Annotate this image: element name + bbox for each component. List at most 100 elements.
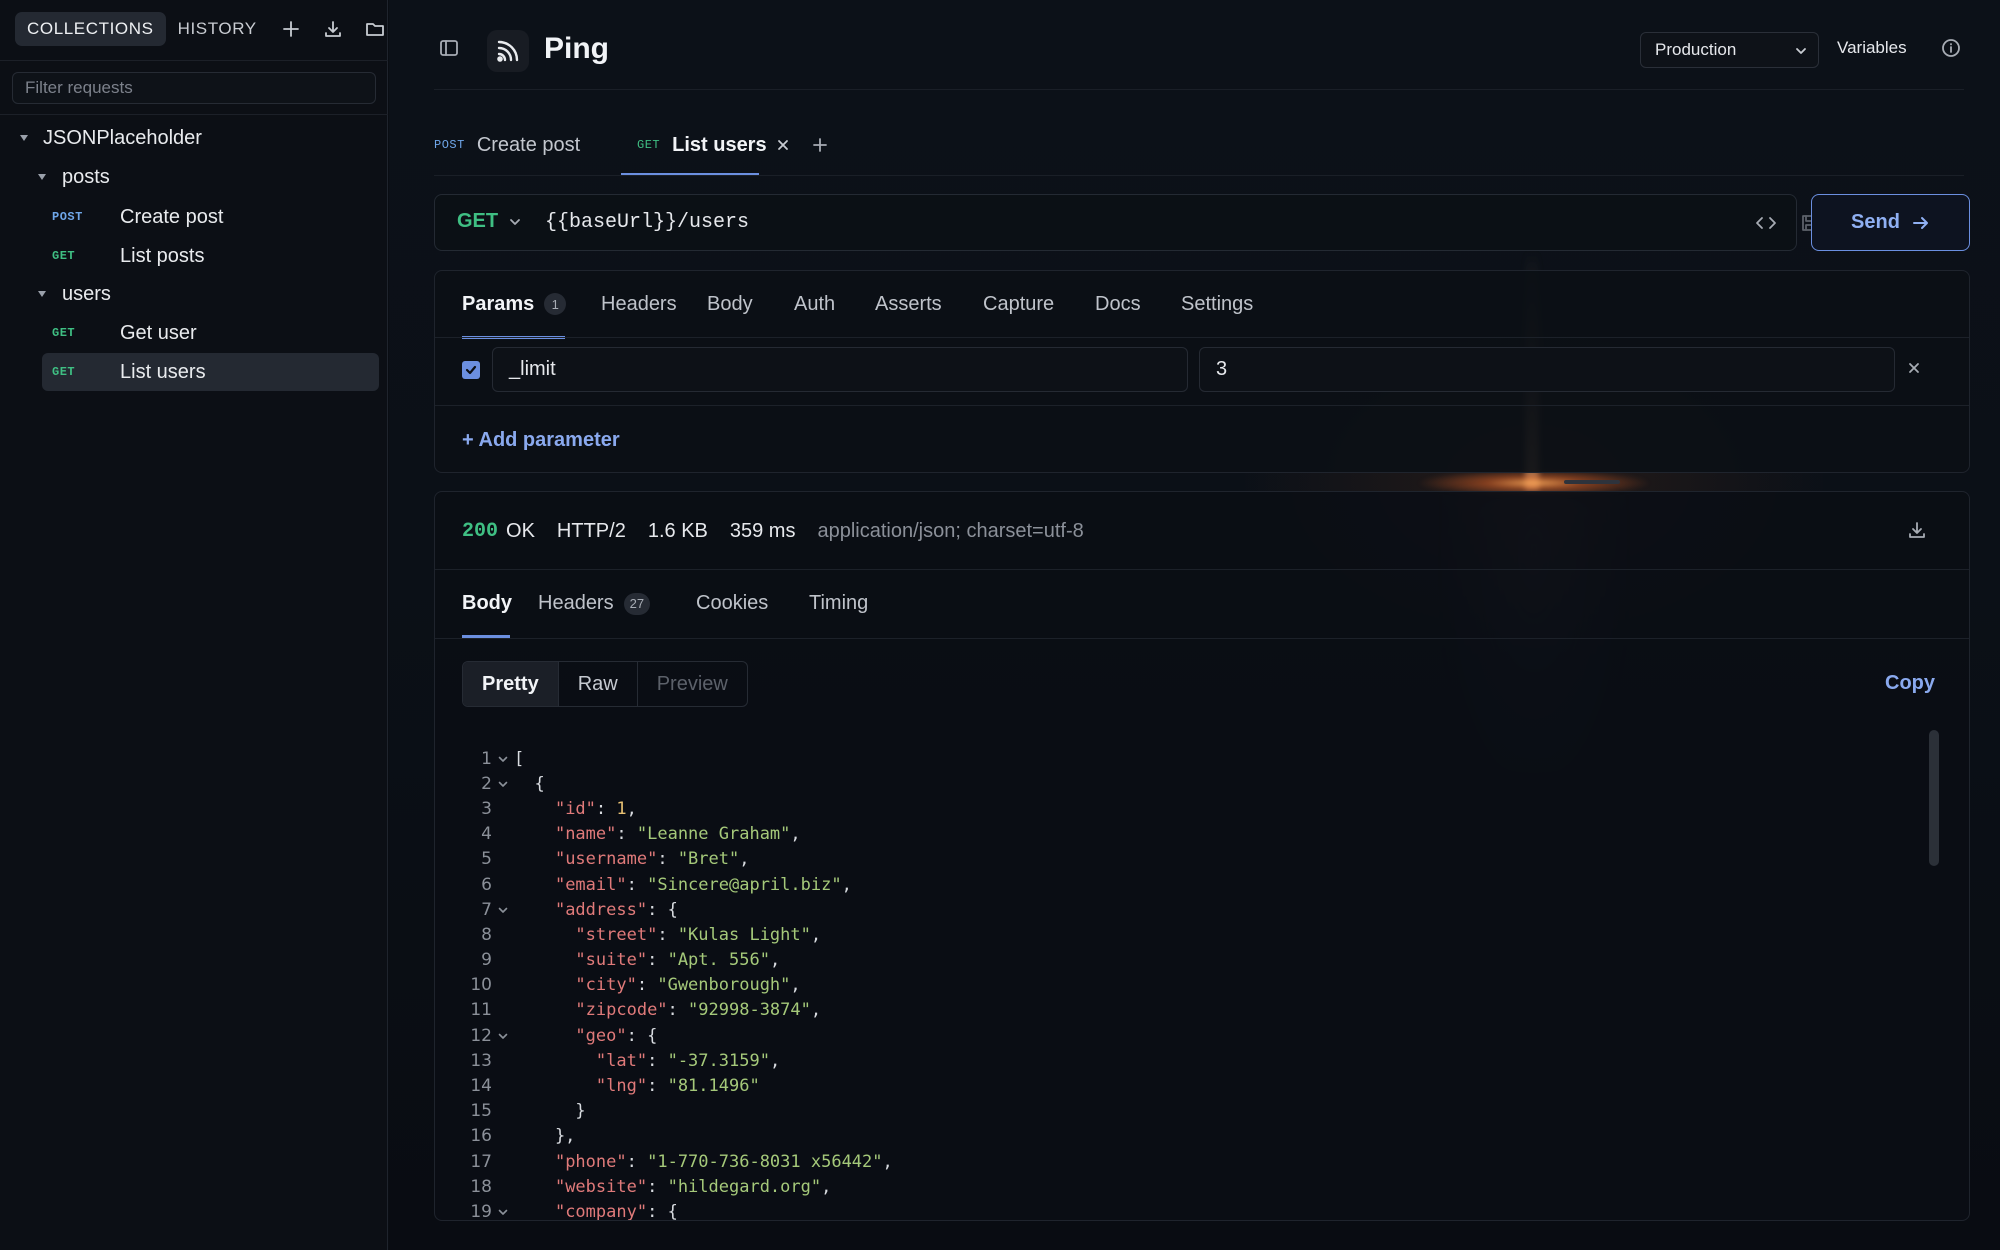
info-icon xyxy=(1942,39,1960,57)
code-text: "username": "Bret", xyxy=(554,849,750,870)
add-parameter-button[interactable]: + Add parameter xyxy=(462,429,620,452)
status-code: 200 xyxy=(462,520,499,543)
sidebar-request-list-posts[interactable]: GET List posts xyxy=(42,237,379,275)
header: Ping Production Variables xyxy=(389,0,2000,90)
folder-users[interactable]: users xyxy=(38,275,111,313)
signal-icon xyxy=(497,40,519,62)
divider xyxy=(434,175,1964,176)
code-text: "street": "Kulas Light", xyxy=(575,924,822,945)
arrow-right-icon xyxy=(1912,216,1928,229)
method-badge: GET xyxy=(637,138,661,152)
copy-button[interactable]: Copy xyxy=(1885,672,1935,695)
param-key-input[interactable]: _limit xyxy=(492,347,1188,392)
send-button[interactable]: Send xyxy=(1811,194,1970,251)
sidebar-request-create-post[interactable]: POST Create post xyxy=(42,198,379,236)
tab-label: List users xyxy=(672,133,767,156)
method-badge: GET xyxy=(52,249,76,263)
resp-tab-cookies[interactable]: Cookies xyxy=(696,569,768,638)
response-code-view: 1[2 {3 "id": 1, 4 "name": "Leanne Graham"… xyxy=(462,746,1902,1221)
sidebar-request-list-users[interactable]: GET List users xyxy=(42,353,379,391)
code-line: 5 "username": "Bret", xyxy=(462,847,1902,872)
code-text: } xyxy=(514,1101,586,1122)
line-number: 16 xyxy=(470,1126,492,1147)
code-text: "address": { xyxy=(554,899,678,920)
info-button[interactable] xyxy=(1941,38,1961,63)
variables-button[interactable]: Variables xyxy=(1837,38,1907,58)
download-response-button[interactable] xyxy=(1907,520,1927,545)
view-preview-button: Preview xyxy=(656,672,728,695)
param-value-input[interactable]: 3 xyxy=(1199,347,1895,392)
divider xyxy=(435,405,1969,406)
download-icon xyxy=(324,21,341,37)
line-number: 15 xyxy=(470,1101,492,1122)
url-input[interactable]: {{baseUrl}}/users xyxy=(545,211,749,234)
subtab-asserts[interactable]: Asserts xyxy=(875,271,942,337)
panel-resize-handle[interactable] xyxy=(1564,480,1620,484)
folder-name: posts xyxy=(62,165,110,188)
chevron-down-icon xyxy=(510,218,521,225)
code-line: 13 "lat": "-37.3159", xyxy=(462,1048,1902,1073)
close-tab-icon[interactable] xyxy=(777,139,789,151)
line-number: 2 xyxy=(481,773,492,794)
method-badge: POST xyxy=(434,138,465,152)
fold-chevron-icon[interactable] xyxy=(492,753,514,765)
response-status-line: 200 OK HTTP/2 1.6 KB 359 ms application/… xyxy=(462,520,1084,543)
fold-chevron-icon[interactable] xyxy=(492,1206,514,1218)
line-number: 5 xyxy=(481,849,492,870)
protocol: HTTP/2 xyxy=(556,520,626,542)
sidebar-toggle-button[interactable] xyxy=(439,38,459,63)
param-enabled-checkbox[interactable] xyxy=(462,361,480,379)
tab-list-users[interactable]: GET List users xyxy=(637,114,789,176)
subtab-auth[interactable]: Auth xyxy=(794,271,835,337)
code-snippet-button[interactable] xyxy=(1755,213,1777,238)
divider xyxy=(0,60,388,61)
code-text: { xyxy=(514,773,545,794)
scrollbar[interactable] xyxy=(1929,730,1939,866)
line-number: 4 xyxy=(481,824,492,845)
divider xyxy=(434,89,1964,90)
tab-collections[interactable]: COLLECTIONS xyxy=(15,12,166,46)
tab-create-post[interactable]: POST Create post xyxy=(434,114,580,176)
subtab-headers[interactable]: Headers xyxy=(601,271,677,337)
new-tab-button[interactable] xyxy=(812,114,828,176)
close-icon xyxy=(1909,363,1919,373)
filter-requests-input[interactable] xyxy=(12,72,376,104)
send-label: Send xyxy=(1851,211,1900,233)
subtab-body[interactable]: Body xyxy=(707,271,753,337)
method-badge: GET xyxy=(52,326,76,340)
fold-chevron-icon[interactable] xyxy=(492,778,514,790)
line-number: 10 xyxy=(470,975,492,996)
import-button[interactable] xyxy=(313,12,353,46)
code-line: 9 "suite": "Apt. 556", xyxy=(462,948,1902,973)
line-number: 11 xyxy=(470,1000,492,1021)
subtab-settings[interactable]: Settings xyxy=(1181,271,1253,337)
code-text: [ xyxy=(514,748,525,769)
subtab-capture[interactable]: Capture xyxy=(983,271,1054,337)
folder-icon xyxy=(365,23,384,36)
tab-history[interactable]: HISTORY xyxy=(166,12,269,46)
method-select[interactable]: GET xyxy=(457,210,522,233)
view-pretty-button[interactable]: Pretty xyxy=(463,662,559,706)
collection-jsonplaceholder[interactable]: JSONPlaceholder xyxy=(20,119,202,157)
sidebar-request-get-user[interactable]: GET Get user xyxy=(42,314,379,352)
fold-chevron-icon[interactable] xyxy=(492,1030,514,1042)
method-badge: POST xyxy=(52,210,83,224)
code-line: 12 "geo": { xyxy=(462,1023,1902,1048)
new-collection-button[interactable] xyxy=(271,12,311,46)
headers-count-badge: 27 xyxy=(623,592,651,615)
code-line: 11 "zipcode": "92998-3874", xyxy=(462,998,1902,1023)
resp-tab-body[interactable]: Body xyxy=(462,569,512,638)
remove-param-button[interactable] xyxy=(1907,361,1921,380)
environment-select[interactable]: Production xyxy=(1640,32,1819,68)
code-text: "company": { xyxy=(554,1201,678,1221)
divider xyxy=(435,638,1969,639)
fold-chevron-icon[interactable] xyxy=(492,904,514,916)
line-number: 17 xyxy=(470,1151,492,1172)
download-icon xyxy=(1909,522,1925,538)
folder-posts[interactable]: posts xyxy=(38,158,110,196)
resp-tab-timing[interactable]: Timing xyxy=(809,569,868,638)
view-raw-button[interactable]: Raw xyxy=(559,662,638,706)
resp-tab-headers[interactable]: Headers 27 xyxy=(538,569,651,638)
subtab-docs[interactable]: Docs xyxy=(1095,271,1141,337)
subtab-params[interactable]: Params 1 xyxy=(462,271,567,337)
